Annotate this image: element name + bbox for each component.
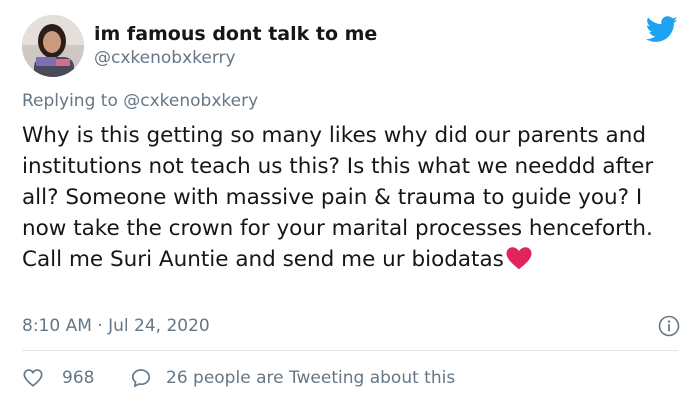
- speech-bubble-icon: [131, 369, 151, 388]
- tweeting-about-link[interactable]: 26 people are Tweeting about this: [130, 367, 455, 389]
- replying-to-line: Replying to @cxkenobxkery: [22, 91, 258, 111]
- user-avatar[interactable]: [22, 15, 84, 77]
- red-heart-icon: [506, 247, 532, 270]
- heart-outline-icon: [23, 369, 43, 387]
- twitter-bird-icon[interactable]: [646, 16, 678, 43]
- tweet-timestamp[interactable]: 8:10 AM · Jul 24, 2020: [22, 316, 210, 336]
- user-handle[interactable]: @cxkenobxkerry: [94, 48, 236, 68]
- display-name[interactable]: im famous dont talk to me: [94, 23, 377, 45]
- like-button[interactable]: 968: [22, 367, 94, 389]
- tweeting-about-label: 26 people are Tweeting about this: [166, 368, 456, 388]
- reply-mention-link[interactable]: @cxkenobxkery: [123, 91, 258, 111]
- like-count: 968: [62, 368, 95, 388]
- info-icon[interactable]: [658, 315, 680, 337]
- tweet-card: im famous dont talk to me @cxkenobxkerry…: [0, 0, 700, 407]
- divider: [22, 350, 678, 351]
- tweet-text: Why is this getting so many likes why di…: [22, 123, 654, 272]
- tweet-text-container: Why is this getting so many likes why di…: [22, 120, 692, 275]
- replying-to-label: Replying to: [22, 91, 124, 111]
